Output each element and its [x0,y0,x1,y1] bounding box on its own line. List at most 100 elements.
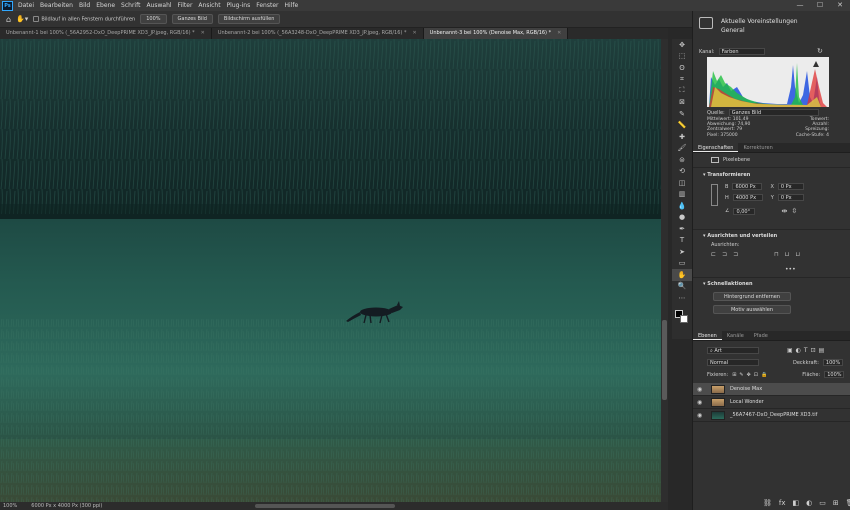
marquee-icon[interactable]: ⬚ [672,51,692,63]
align-vcenter-icon[interactable]: ⊔ [785,251,790,258]
new-layer-icon[interactable]: ⊞ [833,499,839,507]
select-subject-button[interactable]: Motiv auswählen [713,305,791,314]
history-brush-icon[interactable]: ⟲ [672,166,692,178]
pen-icon[interactable]: ✒ [672,223,692,235]
gradient-icon[interactable]: ▥ [672,189,692,201]
zoom-icon[interactable]: 🔍 [672,281,692,293]
x-field[interactable]: 0 Px [777,183,804,190]
document-tab-1[interactable]: Unbenannt-1 bei 100% (_56A2952-DxO_DeepP… [0,28,212,39]
move-icon[interactable]: ✥ [672,39,692,51]
rectangle-icon[interactable]: ▭ [672,258,692,270]
tab-korrekturen[interactable]: Korrekturen [738,143,777,152]
transform-heading[interactable]: ▾ Transformieren [703,172,750,178]
minimize-icon[interactable]: — [790,0,810,11]
height-field[interactable]: 4000 Px [732,194,763,201]
add-mask-icon[interactable]: ◧ [793,499,800,507]
menu-datei[interactable]: Datei [15,2,37,9]
document-canvas[interactable] [0,39,661,502]
fill-field[interactable]: 100% [824,371,845,378]
background-color[interactable] [680,314,688,323]
layer-filter-icons[interactable]: ▣◐T⊡▤ [787,347,827,354]
menu-plugins[interactable]: Plug-ins [224,2,254,9]
lasso-icon[interactable]: ʘ [672,62,692,74]
crop-icon[interactable]: ⛶ [672,85,692,97]
menu-filter[interactable]: Filter [175,2,196,9]
close-tab-icon[interactable]: ✕ [557,30,561,36]
eyedropper-icon[interactable]: ✎ [672,108,692,120]
width-field[interactable]: 6000 Px [732,183,763,190]
layer-row-denoise[interactable]: ◉ Denoise Max [693,383,850,396]
align-right-icon[interactable]: ⊐ [733,251,738,258]
source-select[interactable]: Ganzes Bild [728,109,819,116]
menu-schrift[interactable]: Schrift [118,2,143,9]
tab-ebenen[interactable]: Ebenen [693,331,722,340]
tab-pfade[interactable]: Pfade [749,331,773,340]
hand-icon[interactable]: ✋ [672,269,692,281]
align-left-icon[interactable]: ⊏ [711,251,716,258]
close-tab-icon[interactable]: ✕ [412,30,416,36]
more-options-icon[interactable]: ••• [785,266,796,273]
path-select-icon[interactable]: ➤ [672,246,692,258]
scroll-all-checkbox[interactable]: Bildlauf in allen Fenstern durchführen [33,15,135,22]
align-bottom-icon[interactable]: ⊔ [795,251,800,258]
fx-icon[interactable]: fx [779,499,786,507]
menu-fenster[interactable]: Fenster [253,2,281,9]
layer-row-local-wonder[interactable]: ◉ Local Wonder [693,396,850,409]
object-select-icon[interactable]: ⌗ [672,74,692,86]
photoshop-logo-icon[interactable]: Ps [2,0,13,11]
document-tab-3[interactable]: Unbenannt-3 bei 100% (Denoise Max, RGB/1… [423,28,569,39]
flip-vertical-icon[interactable]: ⇳ [791,207,797,215]
dodge-icon[interactable]: ● [672,212,692,224]
close-icon[interactable]: ✕ [830,0,850,11]
adjustment-layer-icon[interactable]: ◐ [806,499,812,507]
menu-auswahl[interactable]: Auswahl [143,2,174,9]
tab-kanaele[interactable]: Kanäle [722,331,749,340]
stamp-icon[interactable]: ⊜ [672,154,692,166]
align-top-icon[interactable]: ⊓ [774,251,779,258]
align-heading[interactable]: ▾ Ausrichten und verteilen [703,233,777,239]
fill-screen-button[interactable]: Bildschirm ausfüllen [217,14,281,24]
visibility-eye-icon[interactable]: ◉ [697,386,702,393]
visibility-eye-icon[interactable]: ◉ [697,399,702,406]
menu-ebene[interactable]: Ebene [93,2,118,9]
link-dimensions-icon[interactable] [711,184,718,206]
fit-screen-button[interactable]: Ganzes Bild [171,14,213,24]
blur-icon[interactable]: 💧 [672,200,692,212]
home-icon[interactable]: ⌂ [6,15,11,24]
menu-bild[interactable]: Bild [76,2,93,9]
align-hcenter-icon[interactable]: ⊐ [722,251,727,258]
opacity-field[interactable]: 100% [822,359,843,366]
layer-filter-select[interactable]: ⌕ Art [707,347,759,354]
remove-background-button[interactable]: Hintergrund entfernen [713,292,791,301]
visibility-eye-icon[interactable]: ◉ [697,412,702,419]
delete-layer-icon[interactable]: 🗑 [846,499,850,507]
layer-row-base-tif[interactable]: ◉ _56A7467-DxO_DeepPRIME XD3.tif [693,409,850,422]
type-icon[interactable]: T [672,235,692,247]
flip-horizontal-icon[interactable]: ⇹ [781,207,787,215]
spot-heal-icon[interactable]: ✚ [672,131,692,143]
quick-actions-heading[interactable]: ▾ Schnellaktionen [703,281,753,287]
more-icon[interactable]: ⋯ [672,292,692,304]
link-layers-icon[interactable]: ⛓ [763,499,772,507]
refresh-icon[interactable]: ↻ [817,47,823,55]
vertical-scrollbar[interactable] [661,39,668,502]
menu-ansicht[interactable]: Ansicht [195,2,223,9]
tab-eigenschaften[interactable]: Eigenschaften [693,143,739,152]
maximize-icon[interactable]: ☐ [810,0,830,11]
ruler-icon[interactable]: 📏 [672,120,692,132]
angle-field[interactable]: 0,00° [733,207,756,215]
channel-select[interactable]: Farben [718,48,765,55]
color-swatches[interactable] [672,308,692,328]
zoom-level[interactable]: 100% [3,503,17,509]
zoom-100-button[interactable]: 100% [140,14,167,24]
hand-tool-preset-icon[interactable]: ✋▾ [16,15,28,23]
eraser-icon[interactable]: ◫ [672,177,692,189]
y-field[interactable]: 0 Px [777,194,804,201]
menu-bearbeiten[interactable]: Bearbeiten [37,2,76,9]
brush-icon[interactable]: 🖌 [672,143,692,155]
new-group-icon[interactable]: ▭ [819,499,826,507]
blend-mode-select[interactable]: Normal [707,359,759,366]
document-tab-2[interactable]: Unbenannt-2 bei 100% (_56A3248-DxO_DeepP… [212,28,424,39]
menu-hilfe[interactable]: Hilfe [282,2,302,9]
horizontal-scroll-thumb[interactable] [255,504,395,508]
